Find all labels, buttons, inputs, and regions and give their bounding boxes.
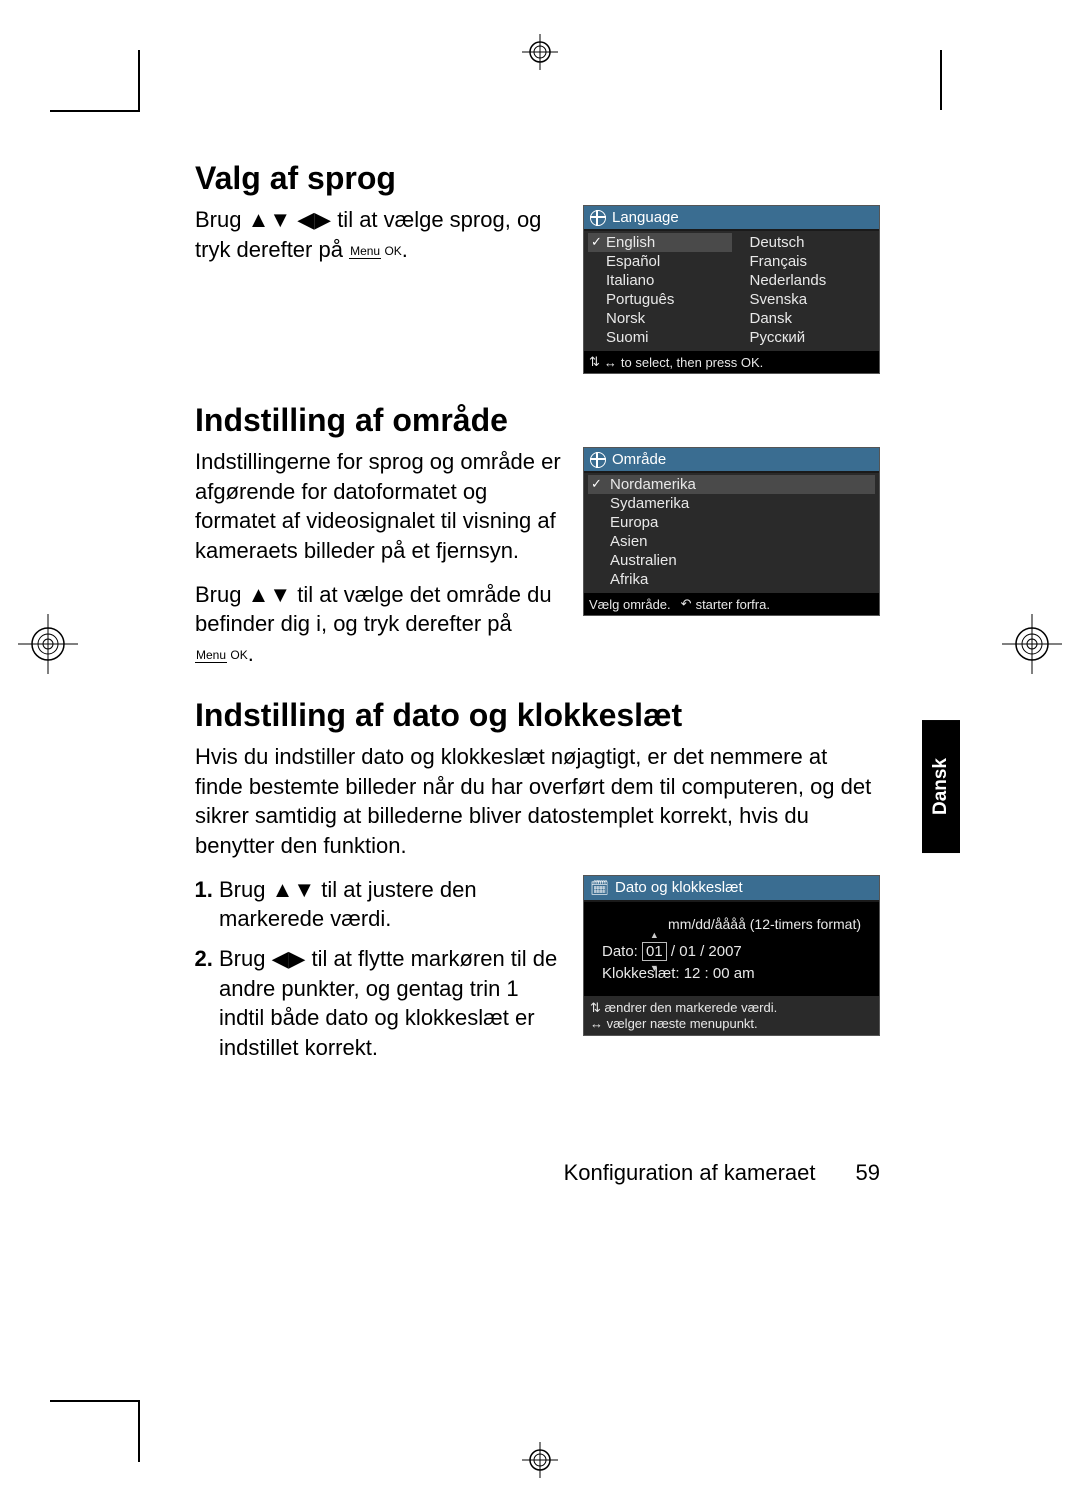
lcd-language: Language EnglishDeutschEspañolFrançaisIt… bbox=[583, 205, 880, 374]
language-option: Italiano bbox=[588, 271, 732, 290]
crop-mark bbox=[940, 50, 942, 110]
section-language: Valg af sprog Brug ▲▼ ◀▶ til at vælge sp… bbox=[195, 160, 880, 374]
time-value: 12 : 00 am bbox=[684, 965, 755, 982]
language-option: Nederlands bbox=[732, 271, 876, 290]
time-label: Klokkeslæt: bbox=[602, 965, 680, 982]
text: Brug ▲▼ til at vælge det område du befin… bbox=[195, 582, 552, 637]
menu-label: Menu bbox=[195, 648, 227, 663]
hint-text: to select, then press OK. bbox=[621, 355, 763, 370]
lcd-hint: Vælg område. ↶ starter forfra. bbox=[584, 593, 879, 615]
lcd-title: Område bbox=[612, 451, 666, 468]
date-line: Dato: 01 / 01 / 2007 bbox=[602, 942, 861, 961]
updown-icon: ⇅ bbox=[590, 1000, 601, 1015]
lcd-body: mm/dd/åååå (12-timers format) Dato: 01 /… bbox=[584, 902, 879, 996]
region-option: Afrika bbox=[588, 570, 875, 589]
language-option: Svenska bbox=[732, 290, 876, 309]
chapter-title: Konfiguration af kameraet bbox=[564, 1160, 816, 1186]
heading-region: Indstilling af område bbox=[195, 402, 880, 439]
datetime-intro: Hvis du indstiller dato og klokkeslæt nø… bbox=[195, 742, 880, 861]
paragraph: Brug ▲▼ til at vælge det område du befin… bbox=[195, 580, 563, 669]
language-option: Suomi bbox=[588, 328, 732, 347]
section-datetime: Indstilling af dato og klokkeslæt Hvis d… bbox=[195, 697, 880, 1073]
language-option: Deutsch bbox=[732, 233, 876, 252]
region-option: Australien bbox=[588, 551, 875, 570]
hint-text: vælger næste menupunkt. bbox=[607, 1016, 758, 1031]
date-value-selected: 01 bbox=[642, 942, 667, 961]
date-label: Dato: bbox=[602, 943, 638, 960]
back-icon: ↶ bbox=[681, 596, 692, 612]
menu-ok-icon: Menu OK bbox=[349, 245, 402, 257]
region-option: Nordamerika bbox=[588, 475, 875, 494]
hint-text: Vælg område. bbox=[589, 597, 671, 612]
registration-mark-icon bbox=[1002, 614, 1062, 674]
language-list: EnglishDeutschEspañolFrançaisItalianoNed… bbox=[584, 231, 879, 351]
registration-mark-icon bbox=[522, 1442, 558, 1478]
language-option: Português bbox=[588, 290, 732, 309]
crop-mark bbox=[138, 1402, 140, 1462]
language-option: English bbox=[588, 233, 732, 252]
text: . bbox=[248, 641, 254, 666]
lcd-region: Område NordamerikaSydamerikaEuropaAsienA… bbox=[583, 447, 880, 616]
ok-label: OK bbox=[230, 648, 247, 662]
time-line: Klokkeslæt: 12 : 00 am bbox=[602, 965, 861, 982]
lcd-title: Language bbox=[612, 209, 679, 226]
lcd-titlebar: Område bbox=[584, 448, 879, 473]
leftright-icon: ↔ bbox=[604, 355, 617, 370]
date-format: mm/dd/åååå (12-timers format) bbox=[602, 916, 861, 932]
lcd-titlebar: Language bbox=[584, 206, 879, 231]
crop-mark bbox=[50, 1400, 140, 1402]
page-number: 59 bbox=[856, 1160, 880, 1186]
lcd-titlebar: 🗓 Dato og klokkeslæt bbox=[584, 876, 879, 902]
steps-list: Brug ▲▼ til at justere den markerede vær… bbox=[195, 875, 563, 1063]
page-footer: Konfiguration af kameraet 59 bbox=[195, 1160, 880, 1186]
heading-datetime: Indstilling af dato og klokkeslæt bbox=[195, 697, 880, 734]
region-list: NordamerikaSydamerikaEuropaAsienAustrali… bbox=[584, 473, 879, 593]
leftright-icon: ↔ bbox=[590, 1016, 603, 1031]
region-text: Indstillingerne for sprog og område er a… bbox=[195, 447, 563, 669]
crop-mark bbox=[138, 50, 140, 110]
registration-mark-icon bbox=[18, 614, 78, 674]
heading-language: Valg af sprog bbox=[195, 160, 880, 197]
step-1: Brug ▲▼ til at justere den markerede vær… bbox=[219, 875, 563, 934]
hint-text: starter forfra. bbox=[696, 597, 770, 612]
language-option: Dansk bbox=[732, 309, 876, 328]
page-content: Valg af sprog Brug ▲▼ ◀▶ til at vælge sp… bbox=[195, 160, 880, 1101]
region-option: Asien bbox=[588, 532, 875, 551]
registration-mark-icon bbox=[522, 34, 558, 70]
lcd-title: Dato og klokkeslæt bbox=[615, 879, 743, 896]
language-instruction: Brug ▲▼ ◀▶ til at vælge sprog, og tryk d… bbox=[195, 205, 563, 264]
section-region: Indstilling af område Indstillingerne fo… bbox=[195, 402, 880, 669]
globe-icon bbox=[590, 210, 606, 226]
language-option: Norsk bbox=[588, 309, 732, 328]
lcd-hint: ⇅ ↔ to select, then press OK. bbox=[584, 351, 879, 373]
hint-text: ændrer den markerede værdi. bbox=[605, 1000, 778, 1015]
language-option: Русский bbox=[732, 328, 876, 347]
calendar-icon: 🗓 bbox=[590, 879, 609, 897]
language-tab: Dansk bbox=[922, 720, 960, 853]
updown-icon: ⇅ bbox=[589, 354, 600, 370]
text: . bbox=[402, 237, 408, 262]
ok-label: OK bbox=[384, 244, 401, 258]
menu-label: Menu bbox=[349, 244, 381, 259]
menu-ok-icon: Menu OK bbox=[195, 649, 248, 661]
crop-mark bbox=[50, 110, 140, 112]
language-option: Español bbox=[588, 252, 732, 271]
region-option: Europa bbox=[588, 513, 875, 532]
paragraph: Indstillingerne for sprog og område er a… bbox=[195, 447, 563, 566]
lcd-datetime: 🗓 Dato og klokkeslæt mm/dd/åååå (12-time… bbox=[583, 875, 880, 1036]
globe-icon bbox=[590, 452, 606, 468]
lcd-hints: ⇅ ændrer den markerede værdi. ↔ vælger n… bbox=[584, 996, 879, 1035]
date-value: / 01 / 2007 bbox=[667, 943, 742, 960]
step-2: Brug ◀▶ til at flytte markøren til de an… bbox=[219, 944, 563, 1063]
region-option: Sydamerika bbox=[588, 494, 875, 513]
language-option: Français bbox=[732, 252, 876, 271]
